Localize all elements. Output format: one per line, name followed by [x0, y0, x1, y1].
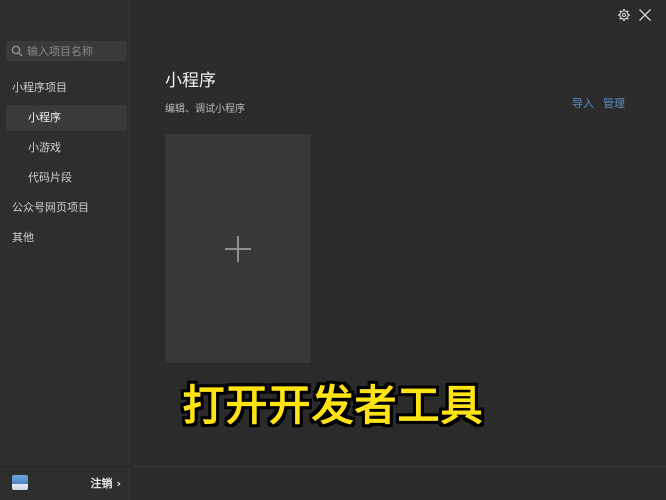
close-button[interactable] — [638, 8, 652, 22]
settings-button[interactable] — [617, 8, 631, 22]
search-input[interactable] — [27, 44, 122, 58]
gear-icon — [618, 9, 630, 21]
sidebar-item-miniprogram[interactable]: 小程序 — [6, 105, 127, 131]
sidebar-footer: 注销 › — [0, 466, 133, 500]
sidebar-group-miniprogram-project[interactable]: 小程序项目 — [12, 75, 127, 101]
project-actions: 导入 管理 — [572, 95, 625, 111]
page-title: 小程序 — [165, 71, 216, 91]
logout-button[interactable]: 注销 › — [90, 475, 121, 491]
chevron-right-icon: › — [116, 476, 121, 490]
plus-icon — [225, 235, 251, 262]
search-box[interactable] — [6, 41, 127, 61]
sidebar-group-other[interactable]: 其他 — [12, 225, 127, 251]
close-icon — [639, 9, 651, 21]
avatar[interactable] — [12, 475, 28, 490]
sidebar-item-code-snippet[interactable]: 代码片段 — [6, 165, 127, 191]
main-footer — [133, 466, 666, 500]
new-project-card[interactable] — [165, 134, 311, 363]
sidebar-item-minigame[interactable]: 小游戏 — [6, 135, 127, 161]
page-subtitle: 编辑、调试小程序 — [165, 104, 245, 115]
sidebar-group-official-web[interactable]: 公众号网页项目 — [12, 195, 127, 221]
overlay-caption: 打开开发者工具 — [182, 381, 484, 430]
manage-link[interactable]: 管理 — [603, 95, 625, 111]
app-window: 小程序项目 小程序 小游戏 代码片段 公众号网页项目 其他 注销 › — [0, 0, 666, 500]
search-icon — [11, 45, 23, 57]
logout-label: 注销 — [90, 477, 113, 490]
import-link[interactable]: 导入 — [572, 95, 594, 111]
